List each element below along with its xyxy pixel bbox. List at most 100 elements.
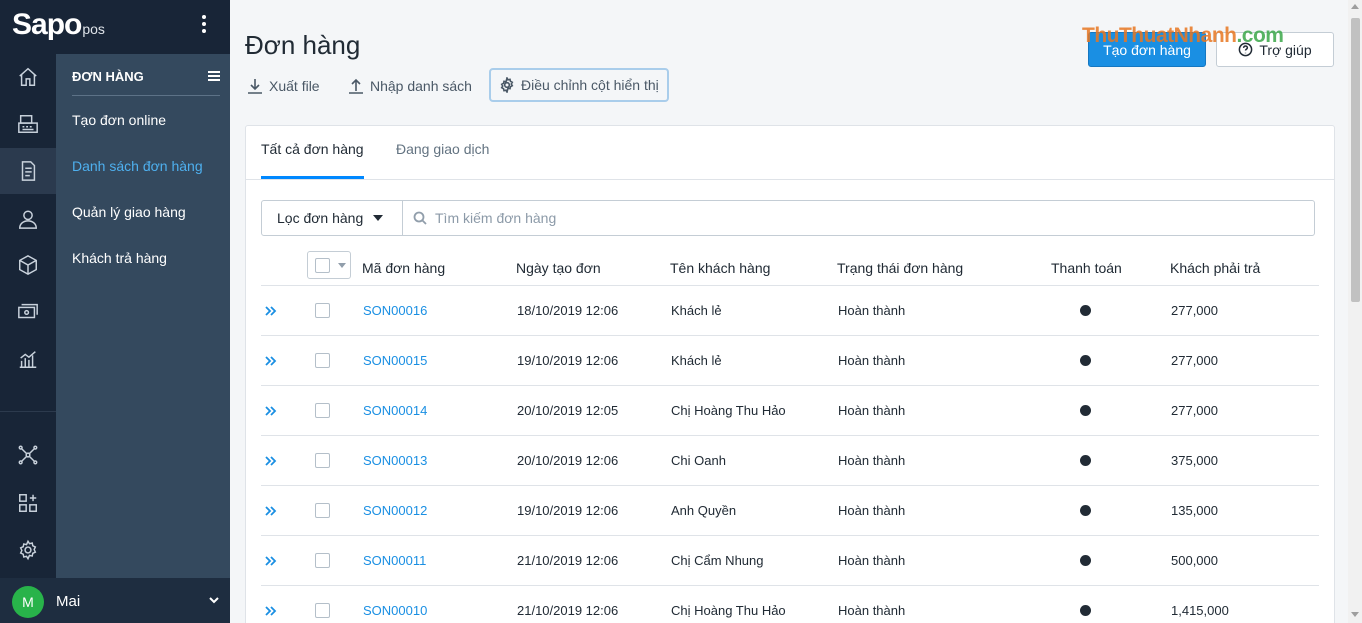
customer-name: Khách lẻ [671, 303, 722, 318]
report-icon[interactable] [0, 336, 56, 382]
adjust-columns-button[interactable]: Điều chỉnh cột hiển thị [489, 68, 669, 102]
order-code-link[interactable]: SON00014 [363, 403, 427, 418]
upload-icon [348, 78, 364, 94]
customer-icon[interactable] [0, 196, 56, 242]
amount-due: 135,000 [1171, 503, 1218, 518]
amount-due: 277,000 [1171, 403, 1218, 418]
table-row[interactable]: SON0001121/10/2019 12:06Chị Cẩm NhungHoà… [261, 535, 1319, 585]
customer-name: Anh Quyền [671, 503, 736, 518]
hamburger-icon[interactable] [208, 71, 220, 83]
order-code-link[interactable]: SON00015 [363, 353, 427, 368]
scrollbar-thumb[interactable] [1351, 18, 1360, 302]
table-row[interactable]: SON0001519/10/2019 12:06Khách lẻHoàn thà… [261, 335, 1319, 385]
order-date: 18/10/2019 12:06 [517, 303, 618, 318]
expand-chevron-icon[interactable] [265, 504, 277, 516]
orders-card: Tất cả đơn hàng Đang giao dịch Lọc đơn h… [245, 125, 1335, 623]
order-code-link[interactable]: SON00013 [363, 453, 427, 468]
table-row[interactable]: SON0001021/10/2019 12:06Chị Hoàng Thu Hả… [261, 585, 1319, 623]
user-menu[interactable]: M Mai [0, 578, 230, 623]
product-icon[interactable] [0, 242, 56, 288]
expand-chevron-icon[interactable] [265, 554, 277, 566]
subnav-item-create-online[interactable]: Tạo đơn online [72, 112, 166, 128]
select-all-checkbox[interactable] [315, 258, 330, 273]
tab-all-orders[interactable]: Tất cả đơn hàng [261, 141, 364, 179]
more-menu-icon[interactable] [198, 12, 210, 42]
subnav-header: ĐƠN HÀNG [72, 68, 220, 96]
settings-icon[interactable] [0, 527, 56, 573]
order-date: 20/10/2019 12:05 [517, 403, 618, 418]
column-header-status[interactable]: Trạng thái đơn hàng [837, 260, 963, 276]
payment-status-dot [1080, 455, 1091, 466]
filter-label: Lọc đơn hàng [277, 210, 363, 226]
search-input[interactable] [435, 210, 1295, 226]
watermark-part2: Nhanh [1174, 24, 1237, 47]
import-list-button[interactable]: Nhập danh sách [348, 74, 472, 98]
row-checkbox[interactable] [315, 353, 330, 368]
orders-icon[interactable] [0, 148, 56, 194]
row-checkbox[interactable] [315, 303, 330, 318]
customer-name: Chị Hoàng Thu Hảo [671, 603, 786, 618]
row-checkbox[interactable] [315, 553, 330, 568]
expand-chevron-icon[interactable] [265, 354, 277, 366]
adjust-columns-label: Điều chỉnh cột hiển thị [521, 77, 659, 93]
column-header-date[interactable]: Ngày tạo đơn [516, 260, 601, 276]
amount-due: 500,000 [1171, 553, 1218, 568]
sapo-logo[interactable]: Sapopos [12, 8, 105, 42]
home-icon[interactable] [0, 54, 56, 100]
customer-name: Khách lẻ [671, 353, 722, 368]
connect-icon[interactable] [0, 432, 56, 478]
order-code-link[interactable]: SON00012 [363, 503, 427, 518]
order-status: Hoàn thành [838, 303, 905, 318]
row-checkbox[interactable] [315, 603, 330, 618]
subnav-item-order-list[interactable]: Danh sách đơn hàng [72, 158, 203, 174]
scroll-up-arrow-icon[interactable] [1351, 4, 1359, 9]
expand-chevron-icon[interactable] [265, 404, 277, 416]
expand-chevron-icon[interactable] [265, 304, 277, 316]
cashbook-icon[interactable] [0, 289, 56, 335]
register-icon[interactable] [0, 101, 56, 147]
subnav-item-returns[interactable]: Khách trả hàng [72, 250, 167, 266]
table-row[interactable]: SON00014 20/10/2019 12:05 Chị Hoàng Thu Hả… [261, 385, 1319, 435]
order-status: Hoàn thành [838, 453, 905, 468]
customer-name: Chị Hoàng Thu Hảo [671, 403, 786, 418]
column-header-payment[interactable]: Thanh toán [1051, 260, 1122, 276]
caret-down-icon [373, 215, 383, 221]
bulk-select-dropdown[interactable] [307, 251, 351, 279]
import-list-label: Nhập danh sách [370, 78, 472, 94]
payment-status-dot [1080, 355, 1091, 366]
row-checkbox[interactable] [315, 403, 330, 418]
tab-in-transaction[interactable]: Đang giao dịch [396, 141, 489, 179]
column-header-customer[interactable]: Tên khách hàng [670, 260, 770, 276]
watermark-part3: .com [1236, 24, 1283, 47]
table-row[interactable]: SON0001320/10/2019 12:06Chi OanhHoàn thà… [261, 435, 1319, 485]
payment-status-dot [1080, 505, 1091, 516]
order-status: Hoàn thành [838, 553, 905, 568]
expand-chevron-icon[interactable] [265, 454, 277, 466]
table-row[interactable]: SON00016 18/10/2019 12:06 Khách lẻ Hoàn thà… [261, 285, 1319, 335]
row-checkbox[interactable] [315, 453, 330, 468]
amount-due: 375,000 [1171, 453, 1218, 468]
expand-chevron-icon[interactable] [265, 604, 277, 616]
watermark-logo: ThuThuatNhanh.com [1082, 24, 1283, 48]
apps-icon[interactable] [0, 480, 56, 526]
filter-orders-dropdown[interactable]: Lọc đơn hàng [261, 200, 403, 236]
export-file-button[interactable]: Xuất file [247, 74, 320, 98]
orders-subnav: ĐƠN HÀNG Tạo đơn online Danh sách đơn hà… [56, 54, 230, 578]
order-status: Hoàn thành [838, 353, 905, 368]
export-file-label: Xuất file [269, 78, 320, 94]
column-header-code[interactable]: Mã đơn hàng [362, 260, 445, 276]
order-code-link[interactable]: SON00011 [363, 553, 426, 568]
scroll-down-arrow-icon[interactable] [1351, 612, 1359, 617]
column-header-amount[interactable]: Khách phải trả [1170, 260, 1260, 276]
customer-name: Chi Oanh [671, 453, 726, 468]
subnav-item-shipping[interactable]: Quản lý giao hàng [72, 204, 186, 220]
order-code-link[interactable]: SON00016 [363, 303, 427, 318]
logo-text: Sapo [12, 8, 81, 41]
rail-divider [0, 411, 56, 412]
table-row[interactable]: SON0001219/10/2019 12:06Anh QuyềnHoàn th… [261, 485, 1319, 535]
order-tabs: Tất cả đơn hàng Đang giao dịch [246, 126, 1334, 180]
order-code-link[interactable]: SON00010 [363, 603, 427, 618]
payment-status-dot [1080, 605, 1091, 616]
row-checkbox[interactable] [315, 503, 330, 518]
order-status: Hoàn thành [838, 603, 905, 618]
